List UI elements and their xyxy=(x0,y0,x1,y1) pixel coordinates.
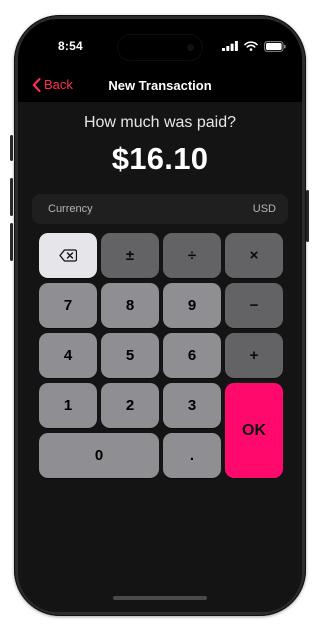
divide-key[interactable]: ÷ xyxy=(163,233,221,278)
status-bar: 8:54 xyxy=(18,19,302,67)
digit-2-key[interactable]: 2 xyxy=(101,383,159,428)
calculator-keypad: ± ÷ × 7 8 9 − 4 5 6 + 1 2 3 OK 0 . xyxy=(39,233,283,478)
backspace-key[interactable] xyxy=(39,233,97,278)
phone-screen: 8:54 Back New Transaction How much was p… xyxy=(18,19,302,612)
battery-icon xyxy=(264,40,286,52)
navigation-bar: Back New Transaction xyxy=(18,71,302,101)
amount-display: $16.10 xyxy=(111,141,209,176)
home-indicator[interactable] xyxy=(113,596,207,600)
digit-8-key[interactable]: 8 xyxy=(101,283,159,328)
digit-0-key[interactable]: 0 xyxy=(39,433,159,478)
status-time: 8:54 xyxy=(58,39,83,53)
multiply-key[interactable]: × xyxy=(225,233,283,278)
camera-icon xyxy=(187,44,194,51)
plus-minus-key[interactable]: ± xyxy=(101,233,159,278)
digit-9-key[interactable]: 9 xyxy=(163,283,221,328)
transaction-content: How much was paid? $16.10 Currency USD ±… xyxy=(18,103,302,612)
digit-4-key[interactable]: 4 xyxy=(39,333,97,378)
backspace-icon xyxy=(59,249,77,262)
phone-side-button xyxy=(10,223,13,261)
digit-6-key[interactable]: 6 xyxy=(163,333,221,378)
signal-icon xyxy=(222,41,238,51)
phone-side-button xyxy=(10,178,13,216)
phone-side-button xyxy=(10,135,13,161)
wifi-icon xyxy=(244,41,258,51)
digit-7-key[interactable]: 7 xyxy=(39,283,97,328)
digit-1-key[interactable]: 1 xyxy=(39,383,97,428)
add-key[interactable]: + xyxy=(225,333,283,378)
digit-3-key[interactable]: 3 xyxy=(163,383,221,428)
amount-question: How much was paid? xyxy=(83,114,237,131)
decimal-point-key[interactable]: . xyxy=(163,433,221,478)
subtract-key[interactable]: − xyxy=(225,283,283,328)
ok-button[interactable]: OK xyxy=(225,383,283,478)
status-icons xyxy=(222,40,286,52)
currency-value: USD xyxy=(252,203,276,215)
currency-label: Currency xyxy=(48,203,93,215)
digit-5-key[interactable]: 5 xyxy=(101,333,159,378)
currency-selector[interactable]: Currency USD xyxy=(32,194,288,224)
page-title: New Transaction xyxy=(108,78,212,93)
phone-power-button xyxy=(306,190,309,242)
